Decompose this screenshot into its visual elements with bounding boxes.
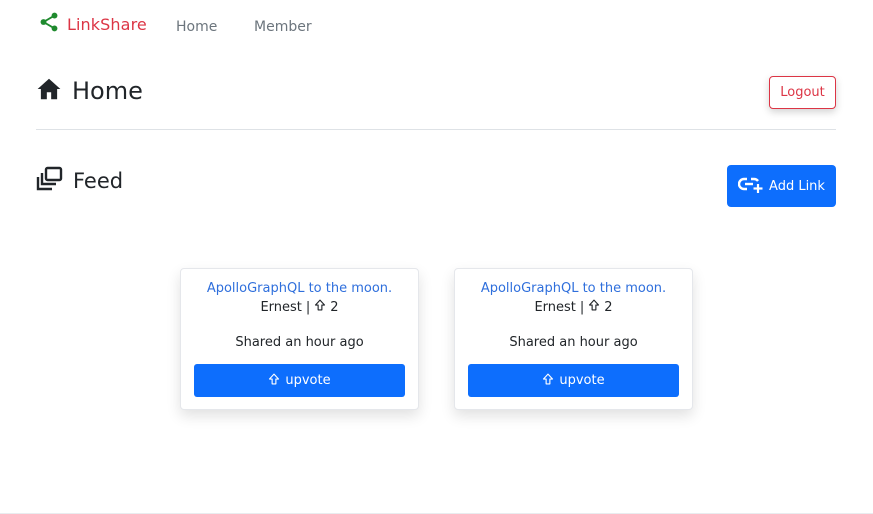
nav-link-member[interactable]: Member [254,19,312,35]
feed-title: Feed [73,169,124,193]
card-meta: Ernest | 2 [455,299,692,315]
house-icon [36,76,62,106]
link-title[interactable]: ApolloGraphQL to the moon. [181,281,418,296]
collection-icon [36,165,64,197]
author-name: Ernest [534,299,576,315]
link-title[interactable]: ApolloGraphQL to the moon. [455,281,692,296]
upvote-label: upvote [559,373,605,388]
brand-link[interactable]: LinkShare [38,11,147,37]
nav-link-home[interactable]: Home [176,19,217,35]
shared-time: Shared an hour ago [509,335,638,350]
arrow-up-icon [310,299,330,315]
upvote-label: upvote [285,373,331,388]
shared-time: Shared an hour ago [235,335,364,350]
divider [36,129,836,130]
link-plus-icon [737,174,769,198]
page-header: Home [36,76,143,106]
navbar: LinkShare Home Member [0,0,873,52]
arrow-up-icon [542,373,559,389]
author-name: Ernest [260,299,302,315]
link-card: ApolloGraphQL to the moon. Ernest | 2 Sh… [180,268,419,410]
logout-button[interactable]: Logout [769,76,836,109]
vote-count: 2 [604,299,613,315]
upvote-button[interactable]: upvote [468,364,679,397]
arrow-up-icon [268,373,285,389]
add-link-button[interactable]: Add Link [727,165,836,207]
add-link-label: Add Link [769,178,825,194]
feed-header: Feed [36,165,123,197]
card-meta: Ernest | 2 [181,299,418,315]
page-title: Home [72,77,143,105]
brand-name: LinkShare [67,14,147,34]
share-icon [38,11,60,37]
arrow-up-icon [584,299,604,315]
vote-count: 2 [330,299,339,315]
upvote-button[interactable]: upvote [194,364,405,397]
link-card: ApolloGraphQL to the moon. Ernest | 2 Sh… [454,268,693,410]
